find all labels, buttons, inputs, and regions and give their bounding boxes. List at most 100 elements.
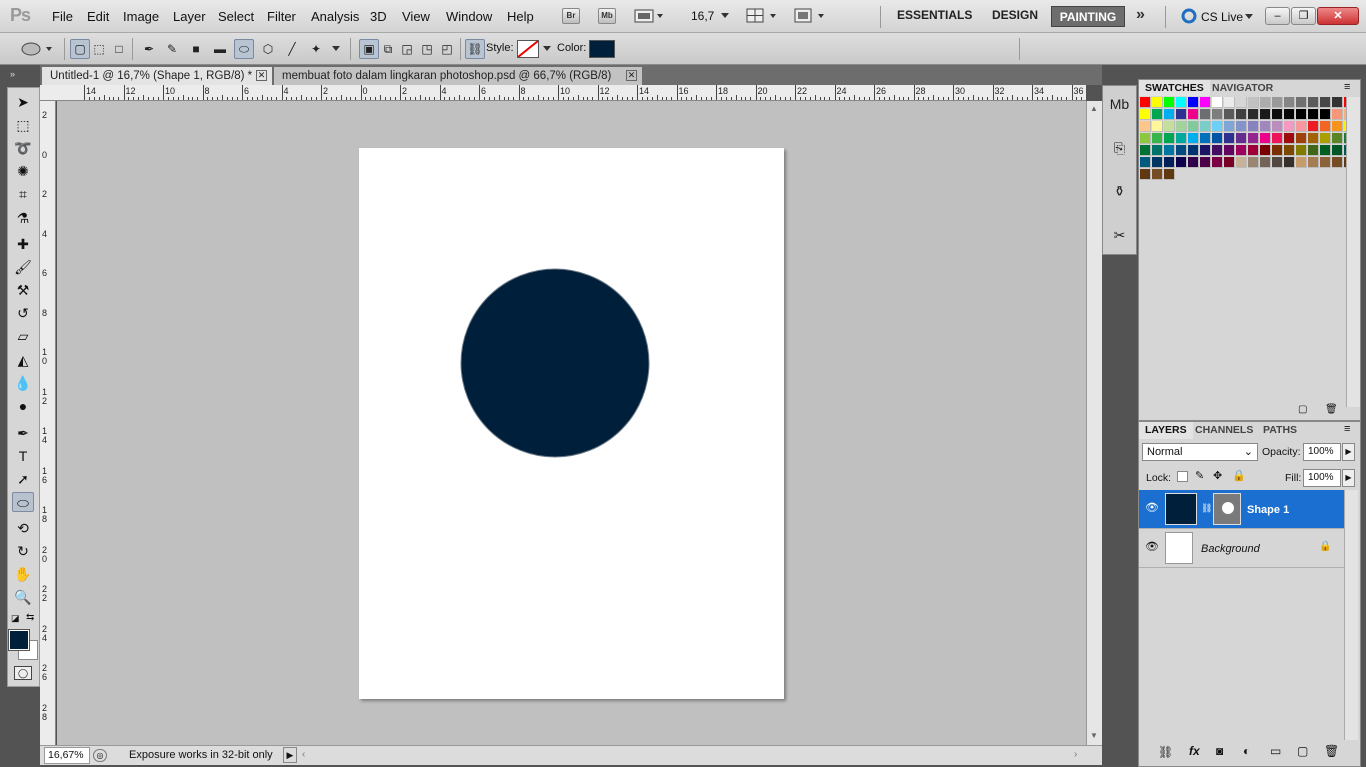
color-swatch-cell[interactable] bbox=[1188, 121, 1199, 132]
color-swatch-cell[interactable] bbox=[1152, 169, 1163, 180]
eraser-tool-icon[interactable]: ▱ bbox=[12, 326, 34, 346]
color-swatch-cell[interactable] bbox=[1248, 145, 1259, 156]
layer-row-shape-1[interactable]: 👁 ⛓ Shape 1 bbox=[1139, 490, 1344, 529]
menu-3d[interactable]: 3D bbox=[370, 9, 387, 24]
status-menu-arrow-icon[interactable]: ▶ bbox=[283, 747, 297, 763]
color-swatch-cell[interactable] bbox=[1200, 109, 1211, 120]
history-brush-tool-icon[interactable]: ↺ bbox=[12, 303, 34, 323]
restore-button[interactable]: ❐ bbox=[1291, 7, 1316, 25]
color-swatch[interactable] bbox=[589, 40, 615, 58]
type-tool-icon[interactable]: T bbox=[12, 446, 34, 466]
color-swatch-cell[interactable] bbox=[1320, 157, 1331, 168]
layer-style-icon[interactable]: fx bbox=[1189, 744, 1200, 758]
menu-view[interactable]: View bbox=[402, 9, 430, 24]
menu-layer[interactable]: Layer bbox=[173, 9, 206, 24]
3d-orbit-tool-icon[interactable]: ↻ bbox=[12, 541, 34, 561]
color-swatch-cell[interactable] bbox=[1176, 97, 1187, 108]
zoom-dropdown-icon[interactable] bbox=[721, 13, 729, 18]
color-swatch-cell[interactable] bbox=[1248, 133, 1259, 144]
color-swatch-cell[interactable] bbox=[1200, 157, 1211, 168]
eyedropper-tool-icon[interactable]: ⚗ bbox=[12, 208, 34, 228]
color-swatch-cell[interactable] bbox=[1152, 109, 1163, 120]
brush-presets-icon[interactable]: ⚱ bbox=[1106, 178, 1133, 205]
new-swatch-icon[interactable]: ▢ bbox=[1298, 404, 1307, 415]
quick-selection-tool-icon[interactable]: ✺ bbox=[12, 161, 34, 181]
bridge-button[interactable]: Br bbox=[562, 8, 580, 24]
opacity-input[interactable]: 100% bbox=[1303, 443, 1341, 461]
color-swatch-cell[interactable] bbox=[1212, 145, 1223, 156]
color-swatch-cell[interactable] bbox=[1200, 121, 1211, 132]
color-swatch-cell[interactable] bbox=[1272, 157, 1283, 168]
color-swatch-cell[interactable] bbox=[1164, 133, 1175, 144]
move-tool-icon[interactable]: ➤ bbox=[12, 92, 34, 112]
fill-input[interactable]: 100% bbox=[1303, 469, 1341, 487]
minimize-button[interactable]: – bbox=[1265, 7, 1290, 25]
color-swatch-cell[interactable] bbox=[1176, 121, 1187, 132]
color-swatch-cell[interactable] bbox=[1260, 133, 1271, 144]
path-selection-tool-icon[interactable]: ➚ bbox=[12, 469, 34, 489]
color-swatch-cell[interactable] bbox=[1284, 109, 1295, 120]
color-swatch-cell[interactable] bbox=[1224, 121, 1235, 132]
lock-position-icon[interactable]: ✥ bbox=[1213, 469, 1222, 482]
mini-bridge-icon[interactable]: Mb bbox=[1106, 91, 1133, 118]
color-swatch-cell[interactable] bbox=[1140, 157, 1151, 168]
color-swatch-cell[interactable] bbox=[1140, 133, 1151, 144]
pen-tool-option[interactable]: ✒ bbox=[139, 39, 159, 59]
add-mask-icon[interactable]: ◙ bbox=[1216, 744, 1223, 758]
color-swatch-cell[interactable] bbox=[1176, 157, 1187, 168]
color-swatch-cell[interactable] bbox=[1152, 157, 1163, 168]
color-swatch-cell[interactable] bbox=[1164, 169, 1175, 180]
color-swatch-cell[interactable] bbox=[1308, 157, 1319, 168]
color-swatch-cell[interactable] bbox=[1284, 157, 1295, 168]
color-swatch-cell[interactable] bbox=[1272, 97, 1283, 108]
marquee-tool-icon[interactable]: ⬚ bbox=[12, 115, 34, 135]
menu-window[interactable]: Window bbox=[446, 9, 492, 24]
color-swatch-cell[interactable] bbox=[1224, 145, 1235, 156]
tab-untitled-1[interactable]: Untitled-1 @ 16,7% (Shape 1, RGB/8) * ✕ bbox=[42, 67, 272, 85]
exclude-shape-button[interactable]: ◰ bbox=[437, 39, 457, 59]
mini-bridge-button[interactable]: Mb bbox=[598, 8, 616, 24]
color-swatch-cell[interactable] bbox=[1260, 157, 1271, 168]
swap-colors-icon[interactable]: ⇆ bbox=[26, 612, 34, 623]
color-swatch-cell[interactable] bbox=[1272, 133, 1283, 144]
color-swatch-cell[interactable] bbox=[1140, 121, 1151, 132]
color-swatch-cell[interactable] bbox=[1236, 145, 1247, 156]
paths-button[interactable]: ⬚ bbox=[89, 39, 109, 59]
workspace-design[interactable]: DESIGN bbox=[992, 8, 1038, 22]
color-swatch-cell[interactable] bbox=[1248, 97, 1259, 108]
eye-icon[interactable]: 👁 bbox=[1145, 540, 1159, 554]
panel-menu-icon[interactable]: ≡ bbox=[1344, 423, 1350, 435]
color-swatch-cell[interactable] bbox=[1140, 169, 1151, 180]
history-icon[interactable]: ⎘ bbox=[1106, 135, 1133, 162]
screen-mode-button[interactable] bbox=[794, 8, 828, 24]
arrange-documents-button[interactable] bbox=[746, 8, 780, 24]
menu-help[interactable]: Help bbox=[507, 9, 534, 24]
create-new-shape-layer-button[interactable]: ▣ bbox=[359, 39, 379, 59]
line-option[interactable]: ╱ bbox=[282, 39, 302, 59]
color-swatch-cell[interactable] bbox=[1308, 133, 1319, 144]
color-swatch-cell[interactable] bbox=[1284, 145, 1295, 156]
delete-swatch-icon[interactable]: 🗑 bbox=[1325, 404, 1338, 415]
menu-select[interactable]: Select bbox=[218, 9, 254, 24]
crop-tool-icon[interactable]: ⌗ bbox=[12, 184, 34, 204]
tab-channels[interactable]: CHANNELS bbox=[1189, 422, 1259, 439]
zoom-percent-field[interactable]: 16,67% bbox=[44, 747, 90, 764]
color-swatch-cell[interactable] bbox=[1272, 109, 1283, 120]
quick-mask-icon[interactable]: ◯ bbox=[14, 666, 32, 680]
color-swatch-cell[interactable] bbox=[1176, 145, 1187, 156]
ellipse-option[interactable]: ⬭ bbox=[234, 39, 254, 59]
color-swatch-cell[interactable] bbox=[1164, 121, 1175, 132]
color-swatch-cell[interactable] bbox=[1260, 145, 1271, 156]
color-swatch-cell[interactable] bbox=[1188, 157, 1199, 168]
layer-row-background[interactable]: 👁 Background 🔒 bbox=[1139, 529, 1344, 568]
color-swatch-cell[interactable] bbox=[1296, 145, 1307, 156]
link-layers-icon[interactable]: ⛓ bbox=[1158, 745, 1173, 759]
color-swatch-cell[interactable] bbox=[1320, 133, 1331, 144]
lock-all-icon[interactable]: 🔒 bbox=[1232, 469, 1246, 482]
color-swatch-cell[interactable] bbox=[1164, 109, 1175, 120]
zoom-tool-icon[interactable]: 🔍 bbox=[12, 587, 34, 607]
color-swatch-cell[interactable] bbox=[1188, 109, 1199, 120]
close-tab-icon[interactable]: ✕ bbox=[256, 70, 267, 81]
color-swatch-cell[interactable] bbox=[1236, 157, 1247, 168]
color-swatch-cell[interactable] bbox=[1320, 109, 1331, 120]
